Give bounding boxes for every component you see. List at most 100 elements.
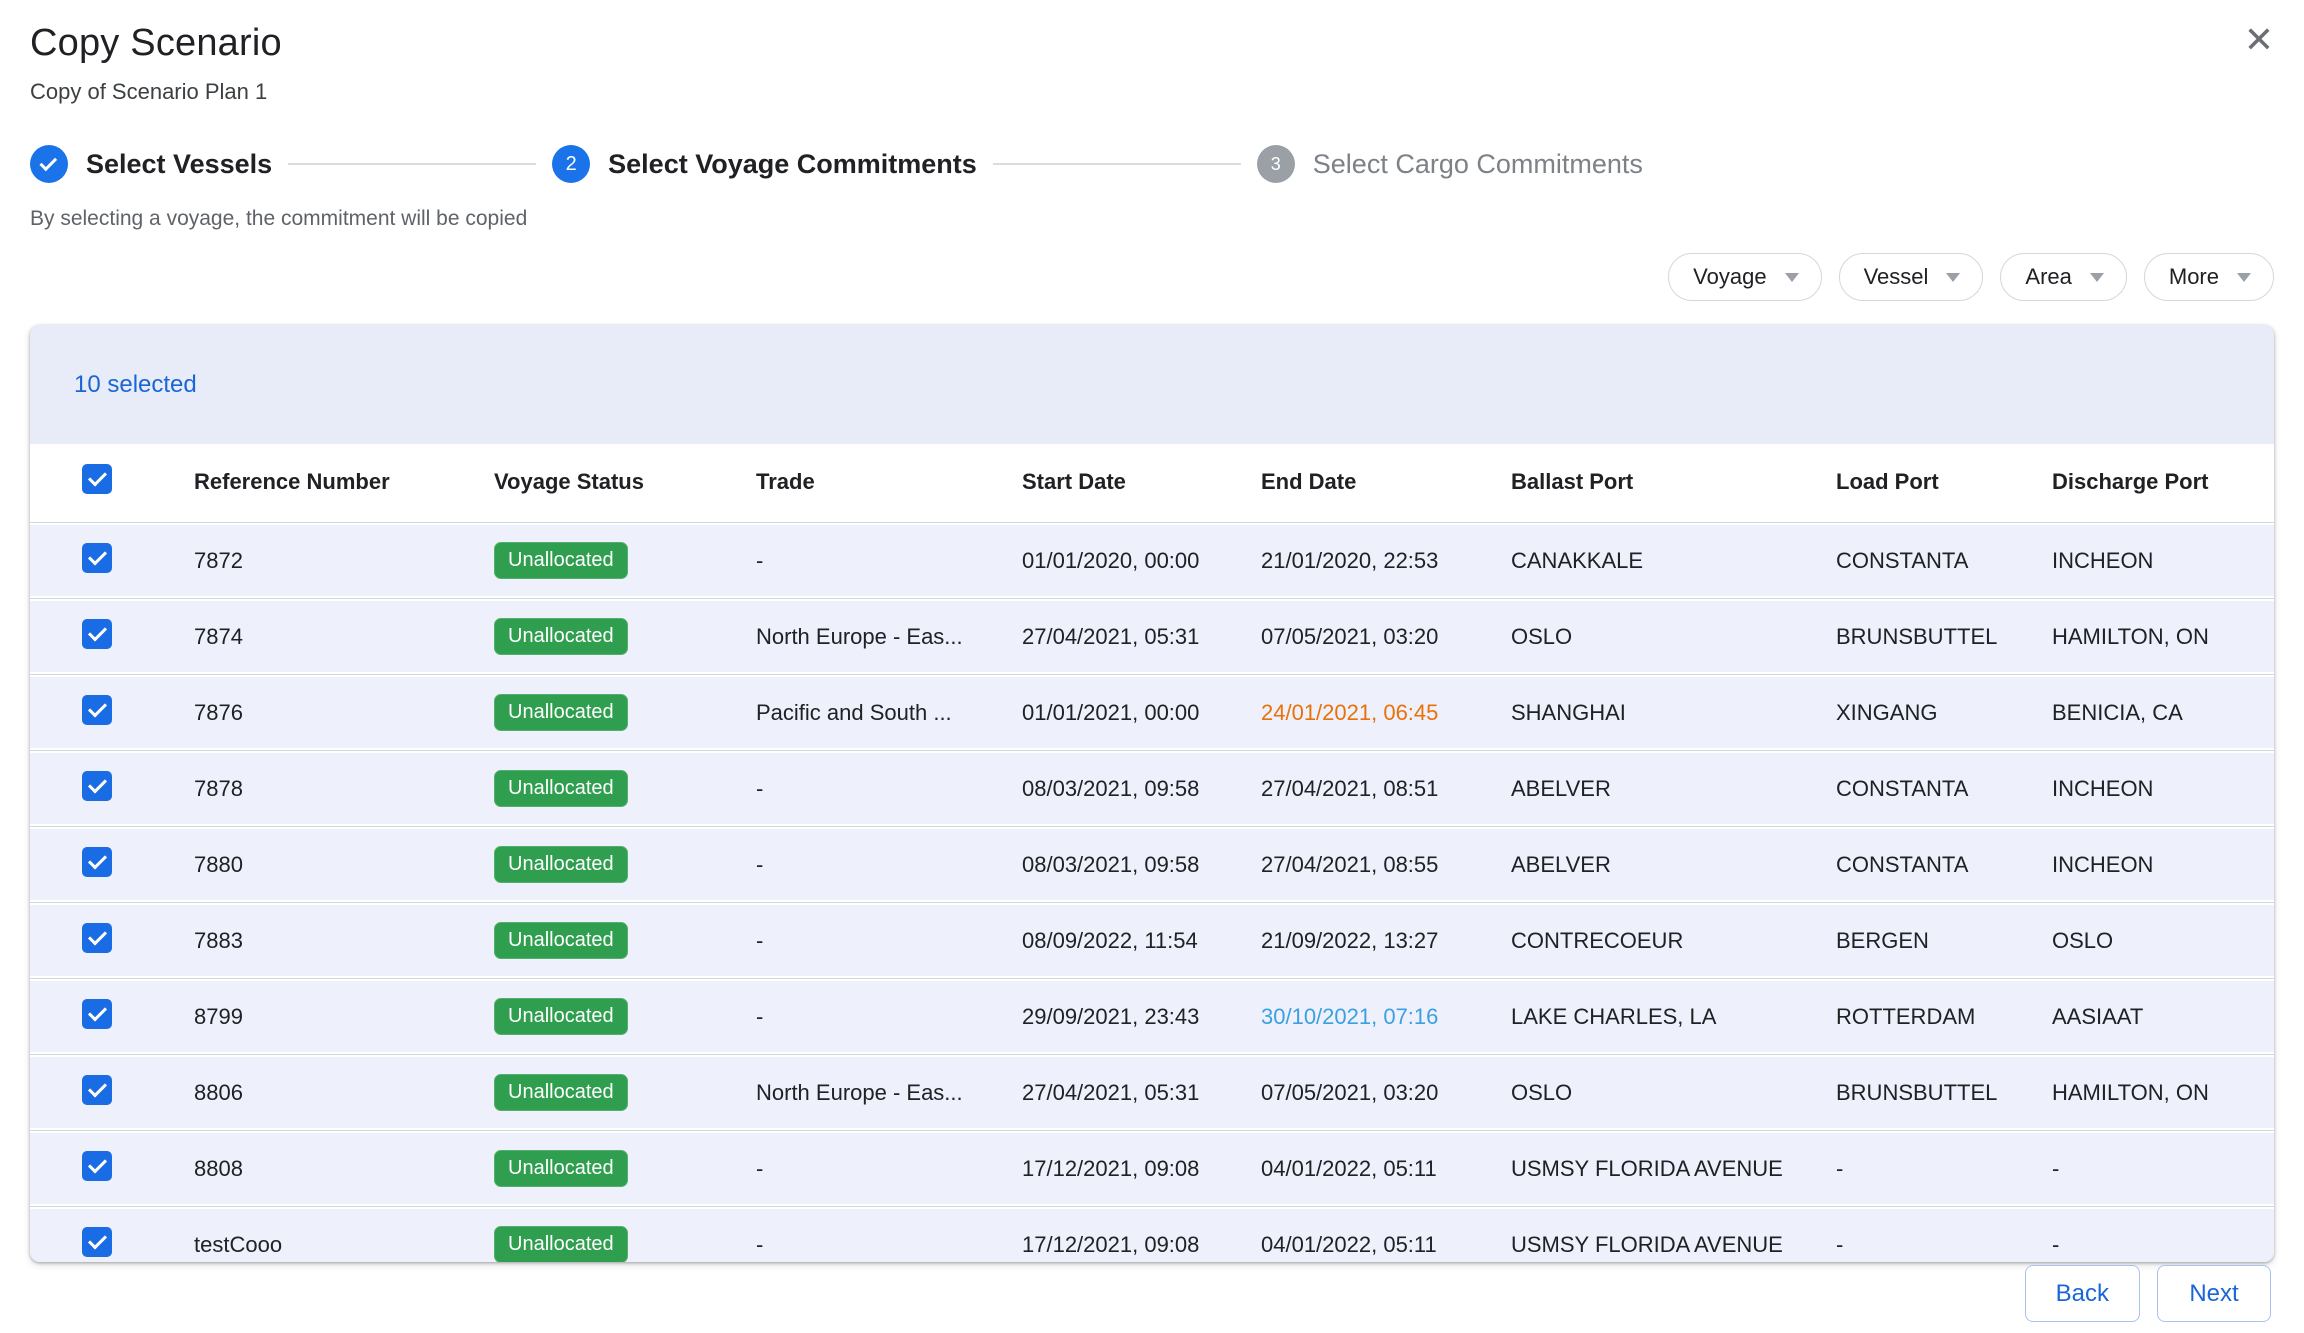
row-reference-number: 7878: [164, 776, 464, 802]
next-button[interactable]: Next: [2157, 1265, 2271, 1322]
step-select-cargo-commitments[interactable]: 3 Select Cargo Commitments: [1257, 145, 1643, 183]
select-all-checkbox[interactable]: [82, 464, 112, 494]
row-trade: -: [726, 1004, 992, 1030]
row-load-port: BERGEN: [1806, 928, 2022, 954]
row-trade: North Europe - Eas...: [726, 624, 992, 650]
row-checkbox[interactable]: [82, 543, 112, 573]
col-header-trade: Trade: [726, 469, 992, 495]
table-row[interactable]: 8799 Unallocated - 29/09/2021, 23:43 30/…: [30, 981, 2274, 1052]
col-header-discharge-port: Discharge Port: [2022, 469, 2274, 495]
table-row[interactable]: 7876 Unallocated Pacific and South ... 0…: [30, 677, 2274, 748]
row-trade: -: [726, 1156, 992, 1182]
row-checkbox[interactable]: [82, 1151, 112, 1181]
filter-more-label: More: [2169, 264, 2219, 290]
step-1-circle: [30, 145, 68, 183]
filter-voyage-button[interactable]: Voyage: [1668, 253, 1821, 301]
back-button[interactable]: Back: [2025, 1265, 2140, 1322]
filter-voyage-label: Voyage: [1693, 264, 1766, 290]
table-row[interactable]: 8806 Unallocated North Europe - Eas... 2…: [30, 1057, 2274, 1128]
row-end-date: 04/01/2022, 05:11: [1231, 1232, 1481, 1258]
row-load-port: BRUNSBUTTEL: [1806, 1080, 2022, 1106]
row-ballast-port: ABELVER: [1481, 852, 1806, 878]
chevron-down-icon: [1946, 273, 1960, 282]
table-row[interactable]: 7872 Unallocated - 01/01/2020, 00:00 21/…: [30, 525, 2274, 596]
row-load-port: CONSTANTA: [1806, 548, 2022, 574]
row-end-date: 04/01/2022, 05:11: [1231, 1156, 1481, 1182]
row-checkbox[interactable]: [82, 771, 112, 801]
page-title: Copy Scenario: [30, 22, 2274, 65]
row-load-port: ROTTERDAM: [1806, 1004, 2022, 1030]
voyage-status-badge: Unallocated: [494, 998, 628, 1035]
table-row[interactable]: 8808 Unallocated - 17/12/2021, 09:08 04/…: [30, 1133, 2274, 1204]
table-row[interactable]: 7874 Unallocated North Europe - Eas... 2…: [30, 601, 2274, 672]
row-ballast-port: LAKE CHARLES, LA: [1481, 1004, 1806, 1030]
row-ballast-port: USMSY FLORIDA AVENUE: [1481, 1232, 1806, 1258]
row-ballast-port: OSLO: [1481, 1080, 1806, 1106]
col-header-load-port: Load Port: [1806, 469, 2022, 495]
row-reference-number: 8799: [164, 1004, 464, 1030]
filter-area-button[interactable]: Area: [2000, 253, 2126, 301]
row-ballast-port: OSLO: [1481, 624, 1806, 650]
table-row[interactable]: testCooo Unallocated - 17/12/2021, 09:08…: [30, 1209, 2274, 1262]
voyage-status-badge: Unallocated: [494, 694, 628, 731]
check-icon: [39, 153, 57, 171]
row-checkbox[interactable]: [82, 619, 112, 649]
row-checkbox[interactable]: [82, 1227, 112, 1257]
filter-vessel-label: Vessel: [1864, 264, 1929, 290]
filter-vessel-button[interactable]: Vessel: [1839, 253, 1984, 301]
col-header-ballast-port: Ballast Port: [1481, 469, 1806, 495]
row-trade: -: [726, 548, 992, 574]
row-start-date: 27/04/2021, 05:31: [992, 1080, 1231, 1106]
voyage-status-badge: Unallocated: [494, 1150, 628, 1187]
step-2-label: Select Voyage Commitments: [608, 149, 977, 180]
table-row[interactable]: 7880 Unallocated - 08/03/2021, 09:58 27/…: [30, 829, 2274, 900]
row-end-date: 07/05/2021, 03:20: [1231, 624, 1481, 650]
col-header-start-date: Start Date: [992, 469, 1231, 495]
row-reference-number: 7883: [164, 928, 464, 954]
row-load-port: XINGANG: [1806, 700, 2022, 726]
row-load-port: -: [1806, 1232, 2022, 1258]
row-start-date: 08/03/2021, 09:58: [992, 776, 1231, 802]
row-ballast-port: CANAKKALE: [1481, 548, 1806, 574]
col-header-end-date: End Date: [1231, 469, 1481, 495]
row-checkbox[interactable]: [82, 999, 112, 1029]
voyage-status-badge: Unallocated: [494, 846, 628, 883]
table-body: 7872 Unallocated - 01/01/2020, 00:00 21/…: [30, 520, 2274, 1262]
row-load-port: BRUNSBUTTEL: [1806, 624, 2022, 650]
col-header-voyage-status: Voyage Status: [464, 469, 726, 495]
step-select-voyage-commitments[interactable]: 2 Select Voyage Commitments: [552, 145, 977, 183]
selection-summary-bar: 10 selected: [30, 325, 2274, 444]
row-start-date: 17/12/2021, 09:08: [992, 1156, 1231, 1182]
row-reference-number: 7880: [164, 852, 464, 878]
voyage-status-badge: Unallocated: [494, 770, 628, 807]
step-1-label: Select Vessels: [86, 149, 272, 180]
row-discharge-port: HAMILTON, ON: [2022, 1080, 2274, 1106]
filter-more-button[interactable]: More: [2144, 253, 2274, 301]
row-reference-number: 8808: [164, 1156, 464, 1182]
stepper: Select Vessels 2 Select Voyage Commitmen…: [30, 145, 2274, 183]
row-ballast-port: SHANGHAI: [1481, 700, 1806, 726]
row-ballast-port: CONTRECOEUR: [1481, 928, 1806, 954]
row-discharge-port: HAMILTON, ON: [2022, 624, 2274, 650]
row-trade: Pacific and South ...: [726, 700, 992, 726]
table-row[interactable]: 7883 Unallocated - 08/09/2022, 11:54 21/…: [30, 905, 2274, 976]
row-reference-number: 7876: [164, 700, 464, 726]
row-discharge-port: INCHEON: [2022, 776, 2274, 802]
row-checkbox[interactable]: [82, 847, 112, 877]
filter-area-label: Area: [2025, 264, 2071, 290]
row-discharge-port: -: [2022, 1156, 2274, 1182]
dialog-subtitle: Copy of Scenario Plan 1: [30, 79, 2274, 105]
row-checkbox[interactable]: [82, 695, 112, 725]
row-start-date: 01/01/2021, 00:00: [992, 700, 1231, 726]
col-header-reference-number: Reference Number: [164, 469, 464, 495]
step-select-vessels[interactable]: Select Vessels: [30, 145, 272, 183]
row-discharge-port: OSLO: [2022, 928, 2274, 954]
row-load-port: CONSTANTA: [1806, 776, 2022, 802]
row-start-date: 08/09/2022, 11:54: [992, 928, 1231, 954]
row-end-date: 24/01/2021, 06:45: [1231, 700, 1481, 726]
close-icon[interactable]: ✕: [2244, 22, 2274, 58]
chevron-down-icon: [2090, 273, 2104, 282]
row-checkbox[interactable]: [82, 1075, 112, 1105]
row-checkbox[interactable]: [82, 923, 112, 953]
table-row[interactable]: 7878 Unallocated - 08/03/2021, 09:58 27/…: [30, 753, 2274, 824]
